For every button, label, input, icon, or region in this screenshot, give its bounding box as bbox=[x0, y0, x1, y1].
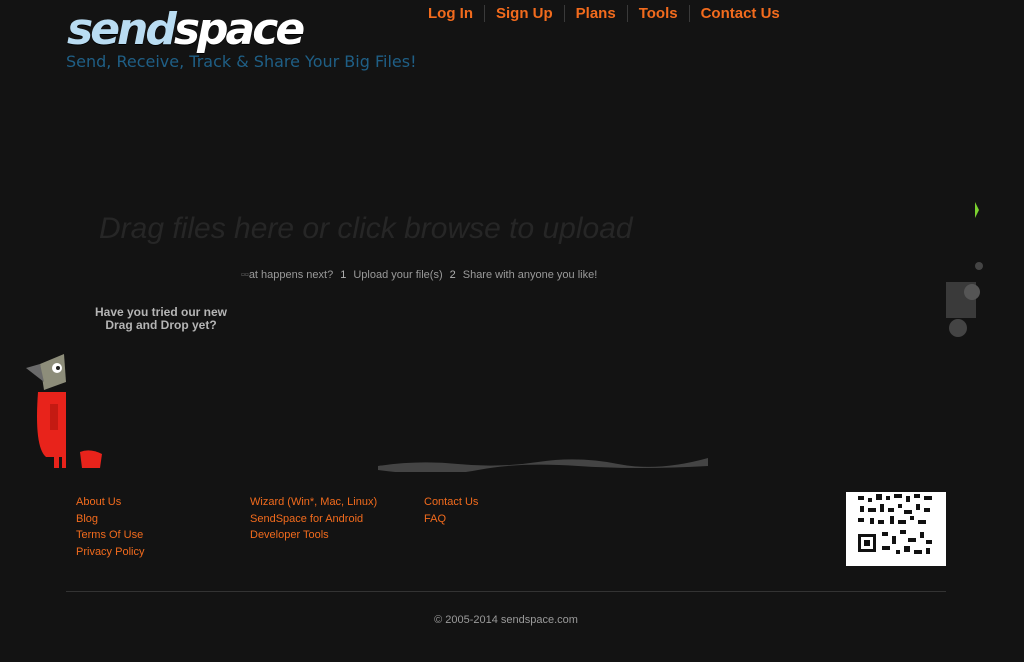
top-nav: Log In Sign Up Plans Tools Contact Us bbox=[417, 3, 791, 23]
footer-link-blog[interactable]: Blog bbox=[76, 511, 246, 528]
copyright: © 2005-2014 sendspace.com bbox=[434, 614, 578, 626]
nav-sign-up[interactable]: Sign Up bbox=[484, 4, 564, 22]
logo-send-text: send bbox=[67, 4, 177, 55]
qr-code-image bbox=[858, 494, 932, 554]
drag-drop-promo: Have you tried our new Drag and Drop yet… bbox=[89, 306, 233, 332]
footer-link-developer-tools[interactable]: Developer Tools bbox=[250, 527, 420, 544]
nav-contact-us[interactable]: Contact Us bbox=[688, 4, 791, 22]
footer-column-company: About Us Blog Terms Of Use Privacy Polic… bbox=[76, 494, 246, 560]
qr-code bbox=[846, 492, 946, 566]
footer-link-faq[interactable]: FAQ bbox=[424, 511, 594, 528]
step-1-number: 1 bbox=[340, 269, 347, 281]
decorative-paint-strip bbox=[378, 458, 708, 472]
decorative-splash bbox=[946, 202, 983, 337]
footer-column-support: Contact Us FAQ bbox=[424, 494, 594, 527]
footer-column-tools: Wizard (Win*, Mac, Linux) SendSpace for … bbox=[250, 494, 420, 544]
nav-plans[interactable]: Plans bbox=[563, 4, 627, 22]
footer-link-contact-us[interactable]: Contact Us bbox=[424, 494, 594, 511]
footer-link-terms[interactable]: Terms Of Use bbox=[76, 527, 246, 544]
steps-intro-text: at happens next? bbox=[248, 269, 334, 281]
sendspace-logo[interactable]: sendspace bbox=[67, 8, 305, 52]
step-1-text: Upload your file(s) bbox=[353, 269, 443, 281]
footer-link-about-us[interactable]: About Us bbox=[76, 494, 246, 511]
footer-link-wizard[interactable]: Wizard (Win*, Mac, Linux) bbox=[250, 494, 420, 511]
upload-steps: ▫▫at happens next? 1 Upload your file(s)… bbox=[241, 269, 597, 281]
step-2-number: 2 bbox=[449, 269, 456, 281]
mascot-illustration bbox=[26, 352, 102, 477]
footer-link-privacy[interactable]: Privacy Policy bbox=[76, 544, 246, 561]
footer-link-android[interactable]: SendSpace for Android bbox=[250, 511, 420, 528]
nav-tools[interactable]: Tools bbox=[626, 4, 689, 22]
nav-log-in[interactable]: Log In bbox=[417, 5, 484, 22]
logo-space-text: space bbox=[173, 4, 305, 55]
footer-divider bbox=[66, 591, 946, 592]
tagline: Send, Receive, Track & Share Your Big Fi… bbox=[66, 52, 417, 71]
steps-intro: ▫▫at happens next? bbox=[241, 269, 334, 281]
promo-line-2: Drag and Drop yet? bbox=[105, 318, 217, 332]
dropzone-prompt[interactable]: Drag files here or click browse to uploa… bbox=[99, 212, 633, 246]
step-2-text: Share with anyone you like! bbox=[462, 269, 598, 281]
